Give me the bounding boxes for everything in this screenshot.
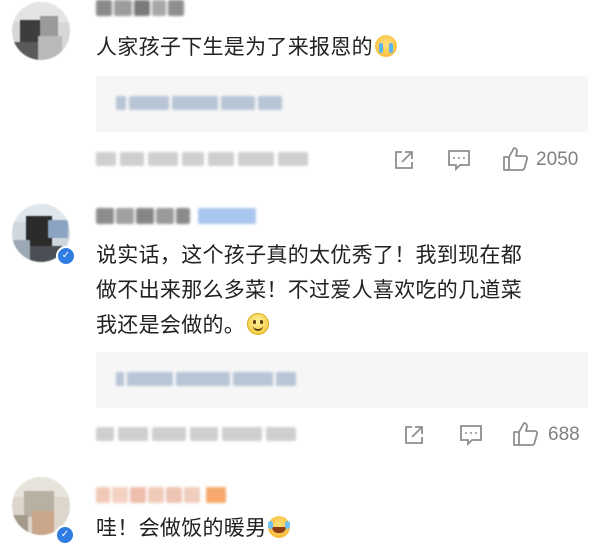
comment-item: ✓ 说实话，这个孩子真的太优秀了！我到现在都 做不出来那么多菜！不过爱人喜欢吃的… bbox=[0, 190, 600, 455]
username-blurred[interactable] bbox=[96, 208, 256, 224]
comment-text: 哇！会做饭的暖男 bbox=[96, 511, 291, 546]
smiling-face-icon bbox=[247, 313, 270, 335]
reply-preview[interactable] bbox=[96, 76, 588, 132]
comment-feed: 人家孩子下生是为了来报恩的 2050 ✓ 说实话，这个孩子真的太优秀了！我到现在… bbox=[0, 0, 600, 553]
comment-icon[interactable] bbox=[458, 423, 484, 447]
crying-face-icon bbox=[374, 35, 397, 57]
reply-text-blurred bbox=[116, 96, 282, 110]
username-blurred[interactable] bbox=[96, 487, 226, 503]
laughing-tears-face-icon bbox=[268, 516, 291, 538]
username-blurred[interactable] bbox=[96, 0, 184, 16]
comment-item: 人家孩子下生是为了来报恩的 2050 bbox=[0, 0, 600, 190]
like-count: 2050 bbox=[536, 149, 579, 170]
like-count: 688 bbox=[548, 424, 580, 445]
avatar[interactable] bbox=[12, 2, 70, 60]
comment-line: 我还是会做的。 bbox=[96, 308, 522, 343]
comment-icon[interactable] bbox=[446, 148, 472, 172]
verified-badge-icon: ✓ bbox=[55, 525, 75, 545]
share-icon[interactable] bbox=[392, 148, 416, 172]
thumbs-up-icon[interactable] bbox=[502, 146, 530, 172]
comment-text: 说实话，这个孩子真的太优秀了！我到现在都 做不出来那么多菜！不过爱人喜欢吃的几道… bbox=[96, 238, 522, 343]
reply-preview[interactable] bbox=[96, 352, 588, 408]
timestamp-blurred bbox=[96, 427, 296, 441]
comment-line: 说实话，这个孩子真的太优秀了！我到现在都 bbox=[96, 243, 522, 267]
verified-badge-icon: ✓ bbox=[56, 246, 76, 266]
comment-item: ✓ 哇！会做饭的暖男 bbox=[0, 455, 600, 553]
thumbs-up-icon[interactable] bbox=[512, 421, 540, 447]
comment-text: 人家孩子下生是为了来报恩的 bbox=[96, 30, 397, 65]
reply-text-blurred bbox=[116, 372, 296, 386]
timestamp-blurred bbox=[96, 152, 308, 166]
comment-line: 做不出来那么多菜！不过爱人喜欢吃的几道菜 bbox=[96, 278, 522, 302]
share-icon[interactable] bbox=[402, 423, 426, 447]
